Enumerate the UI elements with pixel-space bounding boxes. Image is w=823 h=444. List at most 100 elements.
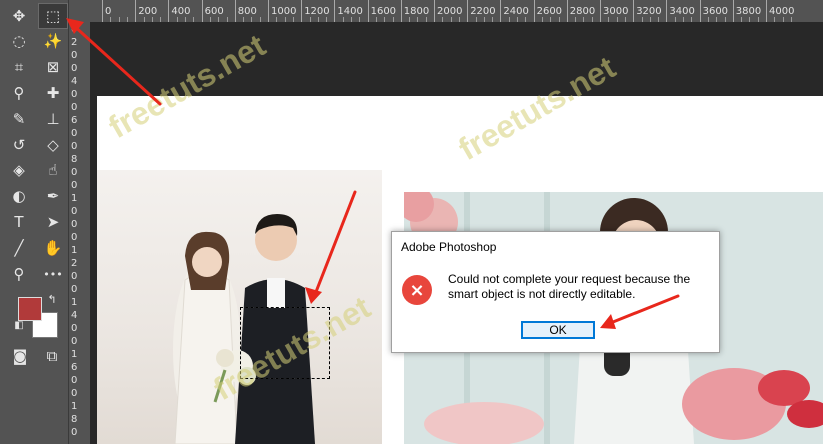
ruler-label: 0 <box>71 375 78 386</box>
smudge-tool-icon[interactable]: ☝ <box>39 159 67 183</box>
ruler-label: 0 <box>71 219 78 230</box>
paint-bucket-tool-icon[interactable]: ◈ <box>5 159 33 183</box>
ruler-label: 8 <box>71 414 78 425</box>
default-colors-icon[interactable]: ◧ <box>12 319 26 333</box>
error-icon: × <box>402 275 432 305</box>
ruler-label: 0 <box>71 167 78 178</box>
quick-mask-icon[interactable]: ◙ <box>6 344 34 368</box>
tools-panel: ✥ ⬚ ◌ ✨ ⌗ ⊠ ⚲ ✚ ✎ ⊥ ↺ ◇ ◈ ☝ ◐ ✒ T ➤ ╱ ✋ ⚲ ••• ↰ ◧ ◙ ⧉ <box>0 0 68 444</box>
ruler-major-tick <box>533 0 535 22</box>
more-tools-icon[interactable]: ••• <box>39 262 67 286</box>
lasso-tool-icon[interactable]: ◌ <box>5 30 33 54</box>
error-dialog: Adobe Photoshop × Could not complete you… <box>391 231 720 353</box>
ruler-label: 1 <box>71 297 78 308</box>
ruler-major-tick <box>135 0 137 22</box>
dialog-title: Adobe Photoshop <box>401 240 497 254</box>
path-selection-tool-icon[interactable]: ➤ <box>39 210 67 234</box>
line-tool-icon[interactable]: ╱ <box>5 236 33 260</box>
ruler-label: 3000 <box>603 6 629 17</box>
ruler-label: 0 <box>71 50 78 61</box>
ruler-major-tick <box>600 0 601 22</box>
ruler-major-tick <box>201 0 203 22</box>
ruler-major-tick <box>334 0 336 22</box>
ruler-origin[interactable] <box>68 0 91 22</box>
ruler-label: 3800 <box>735 6 762 17</box>
ruler-label: 0 <box>71 336 78 347</box>
ruler-label: 1 <box>71 401 78 412</box>
vertical-ruler[interactable]: 0 2 0 0 4 0 0 6 0 0 8 0 0 1 0 0 0 1 2 0 0 1 4 0 0 1 6 0 0 1 8 0 <box>68 22 91 444</box>
ruler-label: 1800 <box>403 6 430 17</box>
crop-tool-icon[interactable]: ⌗ <box>5 56 33 80</box>
frame-tool-icon[interactable]: ⊠ <box>39 56 67 80</box>
horizontal-ruler[interactable]: 0 200 400 600 800 1000 1200 1400 1600 1800 2000 220… <box>90 0 823 23</box>
dialog-message: Could not complete your request because … <box>448 272 691 301</box>
ruler-label: 0 <box>71 141 78 152</box>
ruler-major-tick <box>168 0 170 22</box>
ruler-label: 1 <box>71 349 78 360</box>
foreground-color-swatch[interactable] <box>18 297 42 321</box>
ruler-label: 2200 <box>470 6 496 17</box>
ruler-label: 2 <box>71 258 78 269</box>
ruler-label: 2400 <box>503 6 529 17</box>
ok-button[interactable]: OK <box>521 321 595 339</box>
ruler-label: 4000 <box>769 6 795 17</box>
magic-wand-tool-icon[interactable]: ✨ <box>39 30 67 54</box>
brush-tool-icon[interactable]: ✎ <box>5 107 33 131</box>
ruler-label: 3600 <box>702 6 729 17</box>
eraser-tool-icon[interactable]: ◇ <box>39 133 67 157</box>
ruler-major-tick <box>666 0 668 22</box>
ruler-label: 1 <box>71 193 78 204</box>
ruler-major-tick <box>566 0 568 22</box>
ruler-label: 0 <box>105 6 112 17</box>
ruler-label: 800 <box>237 6 257 17</box>
ruler-major-tick <box>400 0 402 22</box>
ruler-major-tick <box>234 0 236 22</box>
ruler-major-tick <box>732 0 734 22</box>
ruler-major-tick <box>633 0 635 22</box>
history-brush-tool-icon[interactable]: ↺ <box>5 133 33 157</box>
ruler-label: 6 <box>71 362 78 373</box>
ruler-label: 1000 <box>271 6 297 17</box>
ruler-label: 2 <box>71 37 78 48</box>
ruler-label: 6 <box>71 115 78 126</box>
clone-stamp-tool-icon[interactable]: ⊥ <box>39 107 67 131</box>
dodge-tool-icon[interactable]: ◐ <box>5 185 33 209</box>
ruler-label: 1 <box>71 245 78 256</box>
ruler-major-tick <box>268 0 269 22</box>
ruler-major-tick <box>102 0 103 22</box>
ruler-label: 0 <box>71 89 78 100</box>
ruler-major-tick <box>434 0 435 22</box>
hand-tool-icon[interactable]: ✋ <box>39 236 67 260</box>
ruler-label: 0 <box>71 102 78 113</box>
ruler-label: 600 <box>204 6 224 17</box>
healing-brush-tool-icon[interactable]: ✚ <box>39 81 67 105</box>
pen-tool-icon[interactable]: ✒ <box>39 185 67 209</box>
ruler-label: 1400 <box>337 6 363 17</box>
swap-colors-icon[interactable]: ↰ <box>44 292 60 306</box>
screen-mode-icon[interactable]: ⧉ <box>38 344 66 368</box>
zoom-tool-icon[interactable]: ⚲ <box>5 262 33 286</box>
ruler-major-tick <box>367 0 369 22</box>
ruler-label: 0 <box>71 24 78 35</box>
ruler-label: 3400 <box>669 6 695 17</box>
ruler-label: 2600 <box>536 6 563 17</box>
rectangular-marquee-tool-icon[interactable]: ⬚ <box>38 3 68 29</box>
ruler-label: 3200 <box>636 6 662 17</box>
ruler-label: 0 <box>71 206 78 217</box>
ruler-major-tick <box>301 0 303 22</box>
move-tool-icon[interactable]: ✥ <box>5 4 33 28</box>
marquee-selection[interactable] <box>240 307 330 379</box>
ruler-label: 4 <box>71 76 78 87</box>
ruler-major-tick <box>500 0 502 22</box>
ruler-label: 0 <box>71 284 78 295</box>
ruler-label: 8 <box>71 154 78 165</box>
ruler-label: 1600 <box>370 6 397 17</box>
ruler-major-tick <box>467 0 469 22</box>
ruler-label: 2800 <box>569 6 596 17</box>
ruler-label: 2000 <box>437 6 463 17</box>
ruler-label: 0 <box>71 323 78 334</box>
ruler-major-tick <box>699 0 701 22</box>
ruler-major-tick <box>766 0 767 22</box>
type-tool-icon[interactable]: T <box>5 210 33 234</box>
eyedropper-tool-icon[interactable]: ⚲ <box>5 81 33 105</box>
